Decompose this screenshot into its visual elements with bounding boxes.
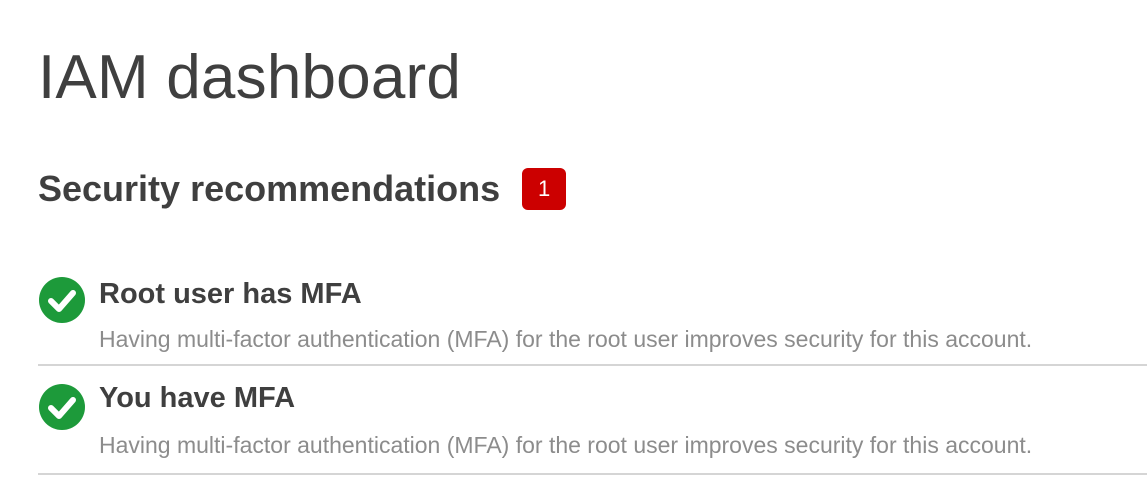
page-title: IAM dashboard	[38, 43, 462, 112]
recommendation-description: Having multi-factor authentication (MFA)…	[99, 432, 1033, 458]
recommendation-title: You have MFA	[99, 382, 296, 414]
recommendation-count-badge: 1	[522, 168, 567, 210]
recommendations-list: Root user has MFA Having multi-factor au…	[38, 268, 1147, 475]
check-circle-icon	[39, 384, 85, 430]
check-circle-icon	[39, 277, 85, 323]
recommendation-item-you-mfa[interactable]: You have MFA Having multi-factor authent…	[38, 366, 1147, 475]
iam-dashboard-page: IAM dashboard Security recommendations 1…	[0, 0, 1147, 482]
section-title: Security recommendations	[38, 168, 501, 209]
recommendation-item-root-mfa[interactable]: Root user has MFA Having multi-factor au…	[38, 268, 1147, 366]
recommendation-description: Having multi-factor authentication (MFA)…	[99, 326, 1033, 352]
recommendation-title: Root user has MFA	[99, 278, 362, 310]
security-recommendations-header: Security recommendations 1	[38, 166, 567, 212]
